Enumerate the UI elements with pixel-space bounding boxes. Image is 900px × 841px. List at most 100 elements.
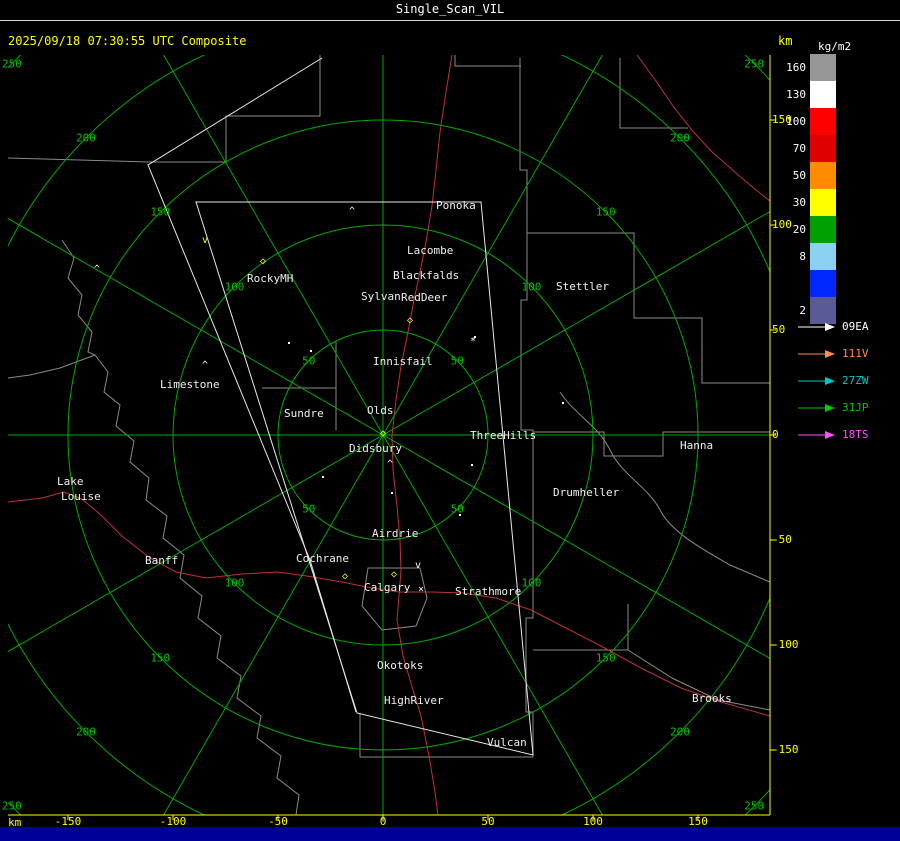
colorbar-swatch xyxy=(810,108,836,135)
colorbar-swatch xyxy=(810,162,836,189)
city-label-innisfail: Innisfail xyxy=(373,355,433,368)
city-label-cochrane: Cochrane xyxy=(296,552,349,565)
site-id-label: 09EA xyxy=(842,320,869,333)
colorbar-value-label: 100 xyxy=(786,115,806,128)
colorbar-value-label: 160 xyxy=(786,61,806,74)
colorbar-value-label: 8 xyxy=(799,250,806,263)
range-ring-label: 150 xyxy=(150,651,171,665)
bottom-axis-tick-label: 100 xyxy=(583,815,603,828)
city-label-olds: Olds xyxy=(367,404,394,417)
right-axis-tick-label: -100 xyxy=(772,638,799,651)
marker-x-icon: × xyxy=(417,584,425,595)
marker-caret-icon: ^ xyxy=(201,360,209,371)
bottom-axis-tick-label: -100 xyxy=(159,815,187,828)
town-dot-marker xyxy=(562,402,564,404)
colorbar-value-label: 50 xyxy=(792,169,806,182)
colorbar-swatch xyxy=(810,297,836,324)
city-label-sundre: Sundre xyxy=(284,407,324,420)
city-label-hanna: Hanna xyxy=(680,439,714,452)
colorbar-swatch xyxy=(810,189,836,216)
right-axis-tick-label: 50 xyxy=(772,323,786,336)
city-label-lacombe: Lacombe xyxy=(407,244,454,257)
site-arrow-icon xyxy=(798,431,835,439)
city-label-calgary: Calgary xyxy=(364,581,411,594)
city-label-okotoks: Okotoks xyxy=(377,659,424,672)
radar-app-window: Single_Scan_VIL 2025/09/18 07:30:55 UTC … xyxy=(0,0,900,841)
colorbar-value-label: 30 xyxy=(792,196,806,209)
colorbar-value-label: 2 xyxy=(799,304,806,317)
range-ring-label: 100 xyxy=(521,576,542,590)
town-dot-marker xyxy=(391,492,393,494)
marker-caret-icon: ^ xyxy=(386,459,394,470)
right-axis-tick-label: 0 xyxy=(772,428,779,441)
city-label-blackfalds: Blackfalds xyxy=(393,269,460,282)
range-ring-label: 200 xyxy=(76,725,96,739)
city-label-threehills: ThreeHills xyxy=(470,429,537,442)
range-ring-label: 250 xyxy=(744,799,765,813)
bottom-axis-tick-label: 50 xyxy=(481,815,495,828)
range-ring-label: 100 xyxy=(521,280,542,293)
colorbar-value-label: 70 xyxy=(792,142,806,155)
site-id-label: 31JP xyxy=(842,401,869,414)
range-ring-label: 100 xyxy=(224,576,245,590)
bottom-axis-tick-label: -50 xyxy=(268,815,288,828)
site-arrow-icon xyxy=(798,323,835,331)
bottom-axis-tick-label: -150 xyxy=(54,815,82,828)
city-label-rockymh: RockyMH xyxy=(247,272,294,285)
site-arrow-icon xyxy=(798,350,835,358)
town-dot-marker xyxy=(471,464,473,466)
right-axis-tick-label: -150 xyxy=(772,743,799,756)
colorbar-swatch xyxy=(810,243,836,270)
town-dot-marker xyxy=(474,336,476,338)
colorbar-swatch xyxy=(810,54,836,81)
city-label-vulcan: Vulcan xyxy=(487,736,527,749)
site-id-label: 18TS xyxy=(842,428,869,441)
range-ring-label: 150 xyxy=(595,651,616,665)
marker-vee-icon: v xyxy=(414,560,422,571)
range-ring-label: 50 xyxy=(302,354,316,368)
city-label-strathmore: Strathmore xyxy=(455,585,522,598)
marker-diamond-icon: ◇ xyxy=(390,569,398,580)
marker-diamond-icon: ◇ xyxy=(341,571,349,582)
city-label-stettler: Stettler xyxy=(556,280,609,293)
site-id-label: 111V xyxy=(842,347,869,360)
right-axis-tick-label: -50 xyxy=(772,533,792,546)
range-ring-label: 250 xyxy=(1,799,22,813)
city-label-reddeer: RedDeer xyxy=(401,291,448,304)
marker-diamond-icon: ◇ xyxy=(259,256,267,267)
range-ring-label: 250 xyxy=(744,57,765,71)
colorbar-swatch xyxy=(810,135,836,162)
colorbar-value-label: 20 xyxy=(792,223,806,236)
town-dot-marker xyxy=(459,514,461,516)
city-label-lake: Lake xyxy=(57,475,84,488)
town-dot-marker xyxy=(310,350,312,352)
town-dot-marker xyxy=(322,476,324,478)
city-label-ponoka: Ponoka xyxy=(436,199,476,212)
town-dot-marker xyxy=(288,342,290,344)
range-ring-label: 250 xyxy=(1,57,22,71)
colorbar-unit-label: kg/m2 xyxy=(818,40,852,53)
colorbar-swatch xyxy=(810,216,836,243)
city-label-louise: Louise xyxy=(61,490,101,503)
bottom-status-bar xyxy=(0,827,900,841)
site-arrow-icon xyxy=(798,377,835,385)
marker-diamond-icon: ◇ xyxy=(379,428,387,439)
city-label-sylvan: Sylvan xyxy=(361,290,401,303)
radar-map-canvas[interactable] xyxy=(0,0,900,841)
marker-caret-icon: ^ xyxy=(93,264,101,275)
range-ring-label: 200 xyxy=(670,725,690,739)
city-label-banff: Banff xyxy=(145,554,179,567)
marker-asterisk-icon: * xyxy=(469,336,477,347)
radar-coverage-outline xyxy=(147,57,534,756)
range-ring-label: 50 xyxy=(450,502,464,516)
city-label-didsbury: Didsbury xyxy=(349,442,402,455)
site-id-label: 27ZW xyxy=(842,374,869,387)
range-ring-label: 50 xyxy=(302,502,316,516)
bottom-axis-tick-label: 150 xyxy=(688,815,708,828)
city-label-highriver: HighRiver xyxy=(384,694,444,707)
range-ring-label: 200 xyxy=(670,131,690,145)
marker-vee-icon: v xyxy=(201,235,209,246)
colorbar-swatch xyxy=(810,81,836,108)
city-label-drumheller: Drumheller xyxy=(553,486,620,499)
colorbar-swatch xyxy=(810,270,836,297)
